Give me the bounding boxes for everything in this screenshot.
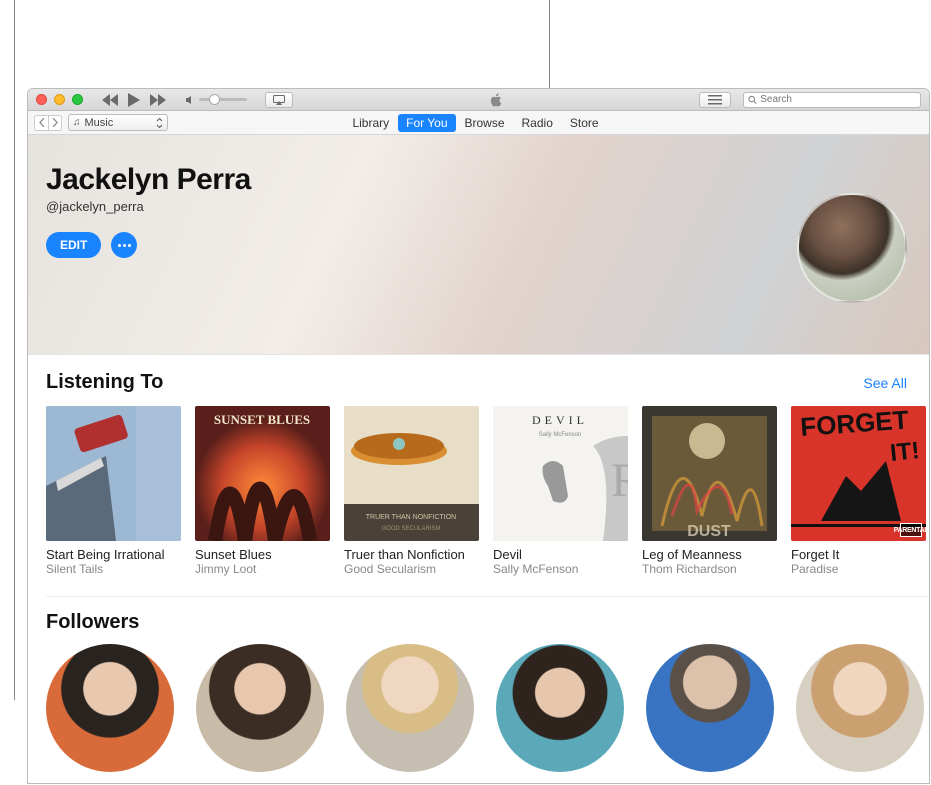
album-cover <box>46 406 181 541</box>
music-note-icon: ♫ <box>73 117 81 128</box>
play-button[interactable] <box>125 92 143 108</box>
album-cover: DEVIL Sally McFenson R <box>493 406 628 541</box>
navbar: ♫ Music Library For You Browse Radio Sto… <box>28 111 929 135</box>
follower-avatar[interactable] <box>196 644 324 772</box>
volume-control[interactable] <box>185 95 247 105</box>
media-type-label: Music <box>85 117 114 129</box>
followers-title: Followers <box>46 611 929 634</box>
album-item[interactable]: SUNSET BLUES Sunset Blues Jimmy Loot <box>195 406 330 576</box>
parental-advisory-badge: PARENTAL <box>900 523 922 537</box>
album-cover: SUNSET BLUES <box>195 406 330 541</box>
media-type-selector[interactable]: ♫ Music <box>68 114 168 131</box>
album-title: Start Being Irrational <box>46 547 181 562</box>
search-field[interactable] <box>743 92 921 108</box>
album-item[interactable]: Start Being Irrational Silent Tails <box>46 406 181 576</box>
profile-handle: @jackelyn_perra <box>46 199 905 214</box>
svg-text:IT!: IT! <box>889 437 921 467</box>
close-window-button[interactable] <box>36 94 47 105</box>
svg-text:TRUER THAN NONFICTION: TRUER THAN NONFICTION <box>366 514 456 521</box>
playback-controls <box>101 92 167 108</box>
album-title: Devil <box>493 547 628 562</box>
annotation-leader <box>14 0 15 700</box>
more-options-button[interactable] <box>111 232 137 258</box>
chevron-right-icon <box>52 118 58 127</box>
see-all-link[interactable]: See All <box>863 375 907 391</box>
album-cover: DUST <box>642 406 777 541</box>
follower-avatar[interactable] <box>346 644 474 772</box>
speaker-icon <box>185 95 195 105</box>
previous-track-button[interactable] <box>101 92 119 108</box>
follower-avatar[interactable] <box>646 644 774 772</box>
album-cover: TRUER THAN NONFICTION GOOD SECULARISM <box>344 406 479 541</box>
app-window: ♫ Music Library For You Browse Radio Sto… <box>27 88 930 784</box>
album-artist: Paradise <box>791 562 926 576</box>
zoom-window-button[interactable] <box>72 94 83 105</box>
titlebar <box>28 89 929 111</box>
album-item[interactable]: FORGET IT! PARENTAL Forget It Paradise <box>791 406 926 576</box>
nav-tabs: Library For You Browse Radio Store <box>344 114 606 132</box>
album-artist: Good Secularism <box>344 562 479 576</box>
listening-title: Listening To <box>46 371 163 394</box>
album-title: Truer than Nonfiction <box>344 547 479 562</box>
content: Listening To See All Start Being Irratio… <box>28 355 929 772</box>
svg-text:DEVIL: DEVIL <box>532 413 588 427</box>
follower-row <box>46 644 929 772</box>
followers-section: Followers <box>46 596 929 772</box>
profile-actions: EDIT <box>46 232 905 258</box>
now-playing-display <box>313 91 679 109</box>
svg-text:GOOD SECULARISM: GOOD SECULARISM <box>381 526 440 532</box>
listening-section-header: Listening To See All <box>46 371 929 394</box>
profile-avatar[interactable] <box>797 193 907 303</box>
apple-logo-icon <box>489 93 503 107</box>
svg-text:SUNSET BLUES: SUNSET BLUES <box>214 412 310 427</box>
tab-store[interactable]: Store <box>562 114 607 132</box>
volume-slider[interactable] <box>199 98 247 101</box>
chevron-left-icon <box>39 118 45 127</box>
airplay-icon <box>273 95 285 105</box>
album-cover: FORGET IT! PARENTAL <box>791 406 926 541</box>
album-artist: Sally McFenson <box>493 562 628 576</box>
follower-avatar[interactable] <box>796 644 924 772</box>
airplay-button[interactable] <box>265 92 293 108</box>
profile-header: Jackelyn Perra @jackelyn_perra EDIT <box>28 135 929 355</box>
tab-radio[interactable]: Radio <box>514 114 561 132</box>
album-item[interactable]: DUST Leg of Meanness Thom Richardson <box>642 406 777 576</box>
forward-button[interactable] <box>48 115 62 131</box>
album-item[interactable]: TRUER THAN NONFICTION GOOD SECULARISM Tr… <box>344 406 479 576</box>
album-title: Leg of Meanness <box>642 547 777 562</box>
back-button[interactable] <box>34 115 48 131</box>
list-icon <box>708 95 722 105</box>
window-controls <box>36 94 83 105</box>
album-title: Forget It <box>791 547 926 562</box>
follower-avatar[interactable] <box>496 644 624 772</box>
search-icon <box>748 95 757 105</box>
dropdown-arrows-icon <box>156 118 163 128</box>
next-track-button[interactable] <box>149 92 167 108</box>
album-title: Sunset Blues <box>195 547 330 562</box>
album-artist: Jimmy Loot <box>195 562 330 576</box>
tab-library[interactable]: Library <box>344 114 397 132</box>
svg-text:R: R <box>611 454 628 507</box>
album-item[interactable]: DEVIL Sally McFenson R Devil Sally McFen… <box>493 406 628 576</box>
svg-text:Sally McFenson: Sally McFenson <box>539 432 582 438</box>
profile-name: Jackelyn Perra <box>46 163 905 197</box>
up-next-button[interactable] <box>699 92 731 108</box>
album-artist: Thom Richardson <box>642 562 777 576</box>
follower-avatar[interactable] <box>46 644 174 772</box>
album-artist: Silent Tails <box>46 562 181 576</box>
search-input[interactable] <box>760 94 916 105</box>
album-row: Start Being Irrational Silent Tails SUNS… <box>46 406 929 576</box>
svg-text:DUST: DUST <box>687 523 731 540</box>
tab-browse[interactable]: Browse <box>457 114 513 132</box>
tab-for-you[interactable]: For You <box>398 114 455 132</box>
minimize-window-button[interactable] <box>54 94 65 105</box>
edit-profile-button[interactable]: EDIT <box>46 232 101 258</box>
